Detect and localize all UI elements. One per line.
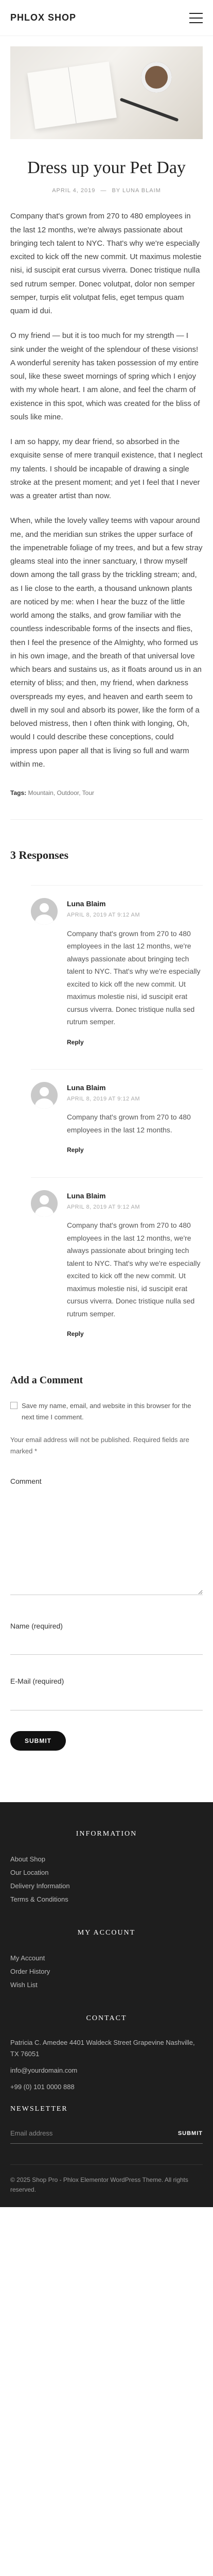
comment-date: APRIL 8, 2019 AT 9:12 AM xyxy=(67,1095,140,1102)
comment-date: APRIL 8, 2019 AT 9:12 AM xyxy=(67,1204,140,1210)
newsletter-form: Email address SUBMIT xyxy=(10,2128,203,2144)
newsletter-heading: NEWSLETTER xyxy=(10,2105,68,2113)
post-paragraph: When, while the lovely valley teems with… xyxy=(10,516,203,769)
pen-illustration xyxy=(119,97,179,122)
tags-list[interactable]: Mountain, Outdoor, Tour xyxy=(28,789,94,796)
post-article: Dress up your Pet Day APRIL 4, 2019 — BY… xyxy=(0,158,213,820)
footer-account-links: My Account Order History Wish List xyxy=(10,1952,203,1992)
newsletter-submit-button[interactable]: SUBMIT xyxy=(178,2129,203,2139)
notebook-illustration xyxy=(27,61,117,129)
comment-date: APRIL 8, 2019 AT 9:12 AM xyxy=(67,911,140,918)
post-content: Company that's grown from 270 to 480 emp… xyxy=(10,210,203,771)
comment-author: Luna Blaim xyxy=(67,1083,106,1092)
copyright: © 2025 Shop Pro - Phlox Elementor WordPr… xyxy=(10,2164,203,2195)
newsletter-email-input[interactable]: Email address xyxy=(10,2128,178,2139)
tags-label: Tags: xyxy=(10,789,27,797)
footer-link[interactable]: About Shop xyxy=(10,1853,203,1866)
comment-textarea[interactable] xyxy=(10,1492,203,1596)
name-label: Name (required) xyxy=(10,1621,63,1630)
comment-text: Company that's grown from 270 to 480 emp… xyxy=(67,1113,191,1134)
footer-link[interactable]: Order History xyxy=(10,1965,203,1978)
site-logo[interactable]: PHLOX SHOP xyxy=(10,10,76,26)
comment-text: Company that's grown from 270 to 480 emp… xyxy=(67,1221,201,1318)
avatar xyxy=(31,1082,58,1109)
email-field[interactable] xyxy=(10,1692,203,1711)
post-paragraph: Company that's grown from 270 to 480 emp… xyxy=(10,212,202,316)
comment-item: Luna Blaim APRIL 8, 2019 AT 9:12 AM Comp… xyxy=(31,885,203,1048)
reply-link[interactable]: Reply xyxy=(67,1330,84,1337)
avatar xyxy=(31,1190,58,1217)
footer-link[interactable]: My Account xyxy=(10,1952,203,1965)
coffee-mug-illustration xyxy=(141,62,172,93)
save-info-checkbox[interactable] xyxy=(10,1401,17,1409)
footer-link[interactable]: Our Location xyxy=(10,1866,203,1879)
footer-phone[interactable]: +99 (0) 101 0000 888 xyxy=(10,2081,203,2093)
reply-link[interactable]: Reply xyxy=(67,1039,84,1046)
footer-address: Patricia C. Amedee 4401 Waldeck Street G… xyxy=(10,2038,195,2058)
post-author[interactable]: BY LUNA BLAIM xyxy=(112,188,161,194)
comment-form: Add a Comment Save my name, email, and w… xyxy=(0,1361,213,1771)
footer-link[interactable]: Wish List xyxy=(10,1978,203,1992)
avatar xyxy=(31,898,58,925)
hamburger-menu-icon[interactable] xyxy=(189,12,203,23)
footer-contact: Patricia C. Amedee 4401 Waldeck Street G… xyxy=(10,2037,203,2093)
comment-author: Luna Blaim xyxy=(67,900,106,908)
meta-separator: — xyxy=(100,187,107,194)
email-label: E-Mail (required) xyxy=(10,1677,64,1686)
post-paragraph: O my friend — but it is too much for my … xyxy=(10,331,200,421)
comment-notes: Your email address will not be published… xyxy=(10,1436,189,1455)
comment-item: Luna Blaim APRIL 8, 2019 AT 9:12 AM Comp… xyxy=(31,1069,203,1157)
responses-title: 3 Responses xyxy=(10,848,69,861)
reply-link[interactable]: Reply xyxy=(67,1146,84,1154)
comment-item: Luna Blaim APRIL 8, 2019 AT 9:12 AM Comp… xyxy=(31,1177,203,1341)
post-date: APRIL 4, 2019 xyxy=(52,187,96,194)
save-info-row: Save my name, email, and website in this… xyxy=(10,1400,203,1423)
submit-comment-button[interactable]: SUBMIT xyxy=(10,1731,66,1751)
footer-link[interactable]: Terms & Conditions xyxy=(10,1893,203,1906)
footer-information-links: About Shop Our Location Delivery Informa… xyxy=(10,1853,203,1906)
site-header: PHLOX SHOP xyxy=(0,0,213,36)
footer-account-heading: MY ACCOUNT xyxy=(77,1929,136,1937)
footer-email[interactable]: info@yourdomain.com xyxy=(10,2065,203,2076)
footer-link[interactable]: Delivery Information xyxy=(10,1879,203,1893)
comment-label: Comment xyxy=(10,1477,42,1486)
comment-form-title: Add a Comment xyxy=(10,1374,83,1386)
post-paragraph: I am so happy, my dear friend, so absorb… xyxy=(10,437,203,501)
footer-contact-heading: CONTACT xyxy=(86,2014,127,2022)
featured-image xyxy=(10,46,203,139)
footer-information-heading: INFORMATION xyxy=(76,1830,137,1838)
site-footer: INFORMATION About Shop Our Location Deli… xyxy=(0,1802,213,2208)
name-field[interactable] xyxy=(10,1636,203,1655)
post-meta: APRIL 4, 2019 — BY LUNA BLAIM xyxy=(10,186,203,196)
post-tags: Tags: Mountain, Outdoor, Tour xyxy=(10,783,203,820)
save-info-label: Save my name, email, and website in this… xyxy=(22,1401,191,1421)
comment-text: Company that's grown from 270 to 480 emp… xyxy=(67,929,201,1026)
comment-author: Luna Blaim xyxy=(67,1191,106,1200)
post-title: Dress up your Pet Day xyxy=(27,158,186,177)
